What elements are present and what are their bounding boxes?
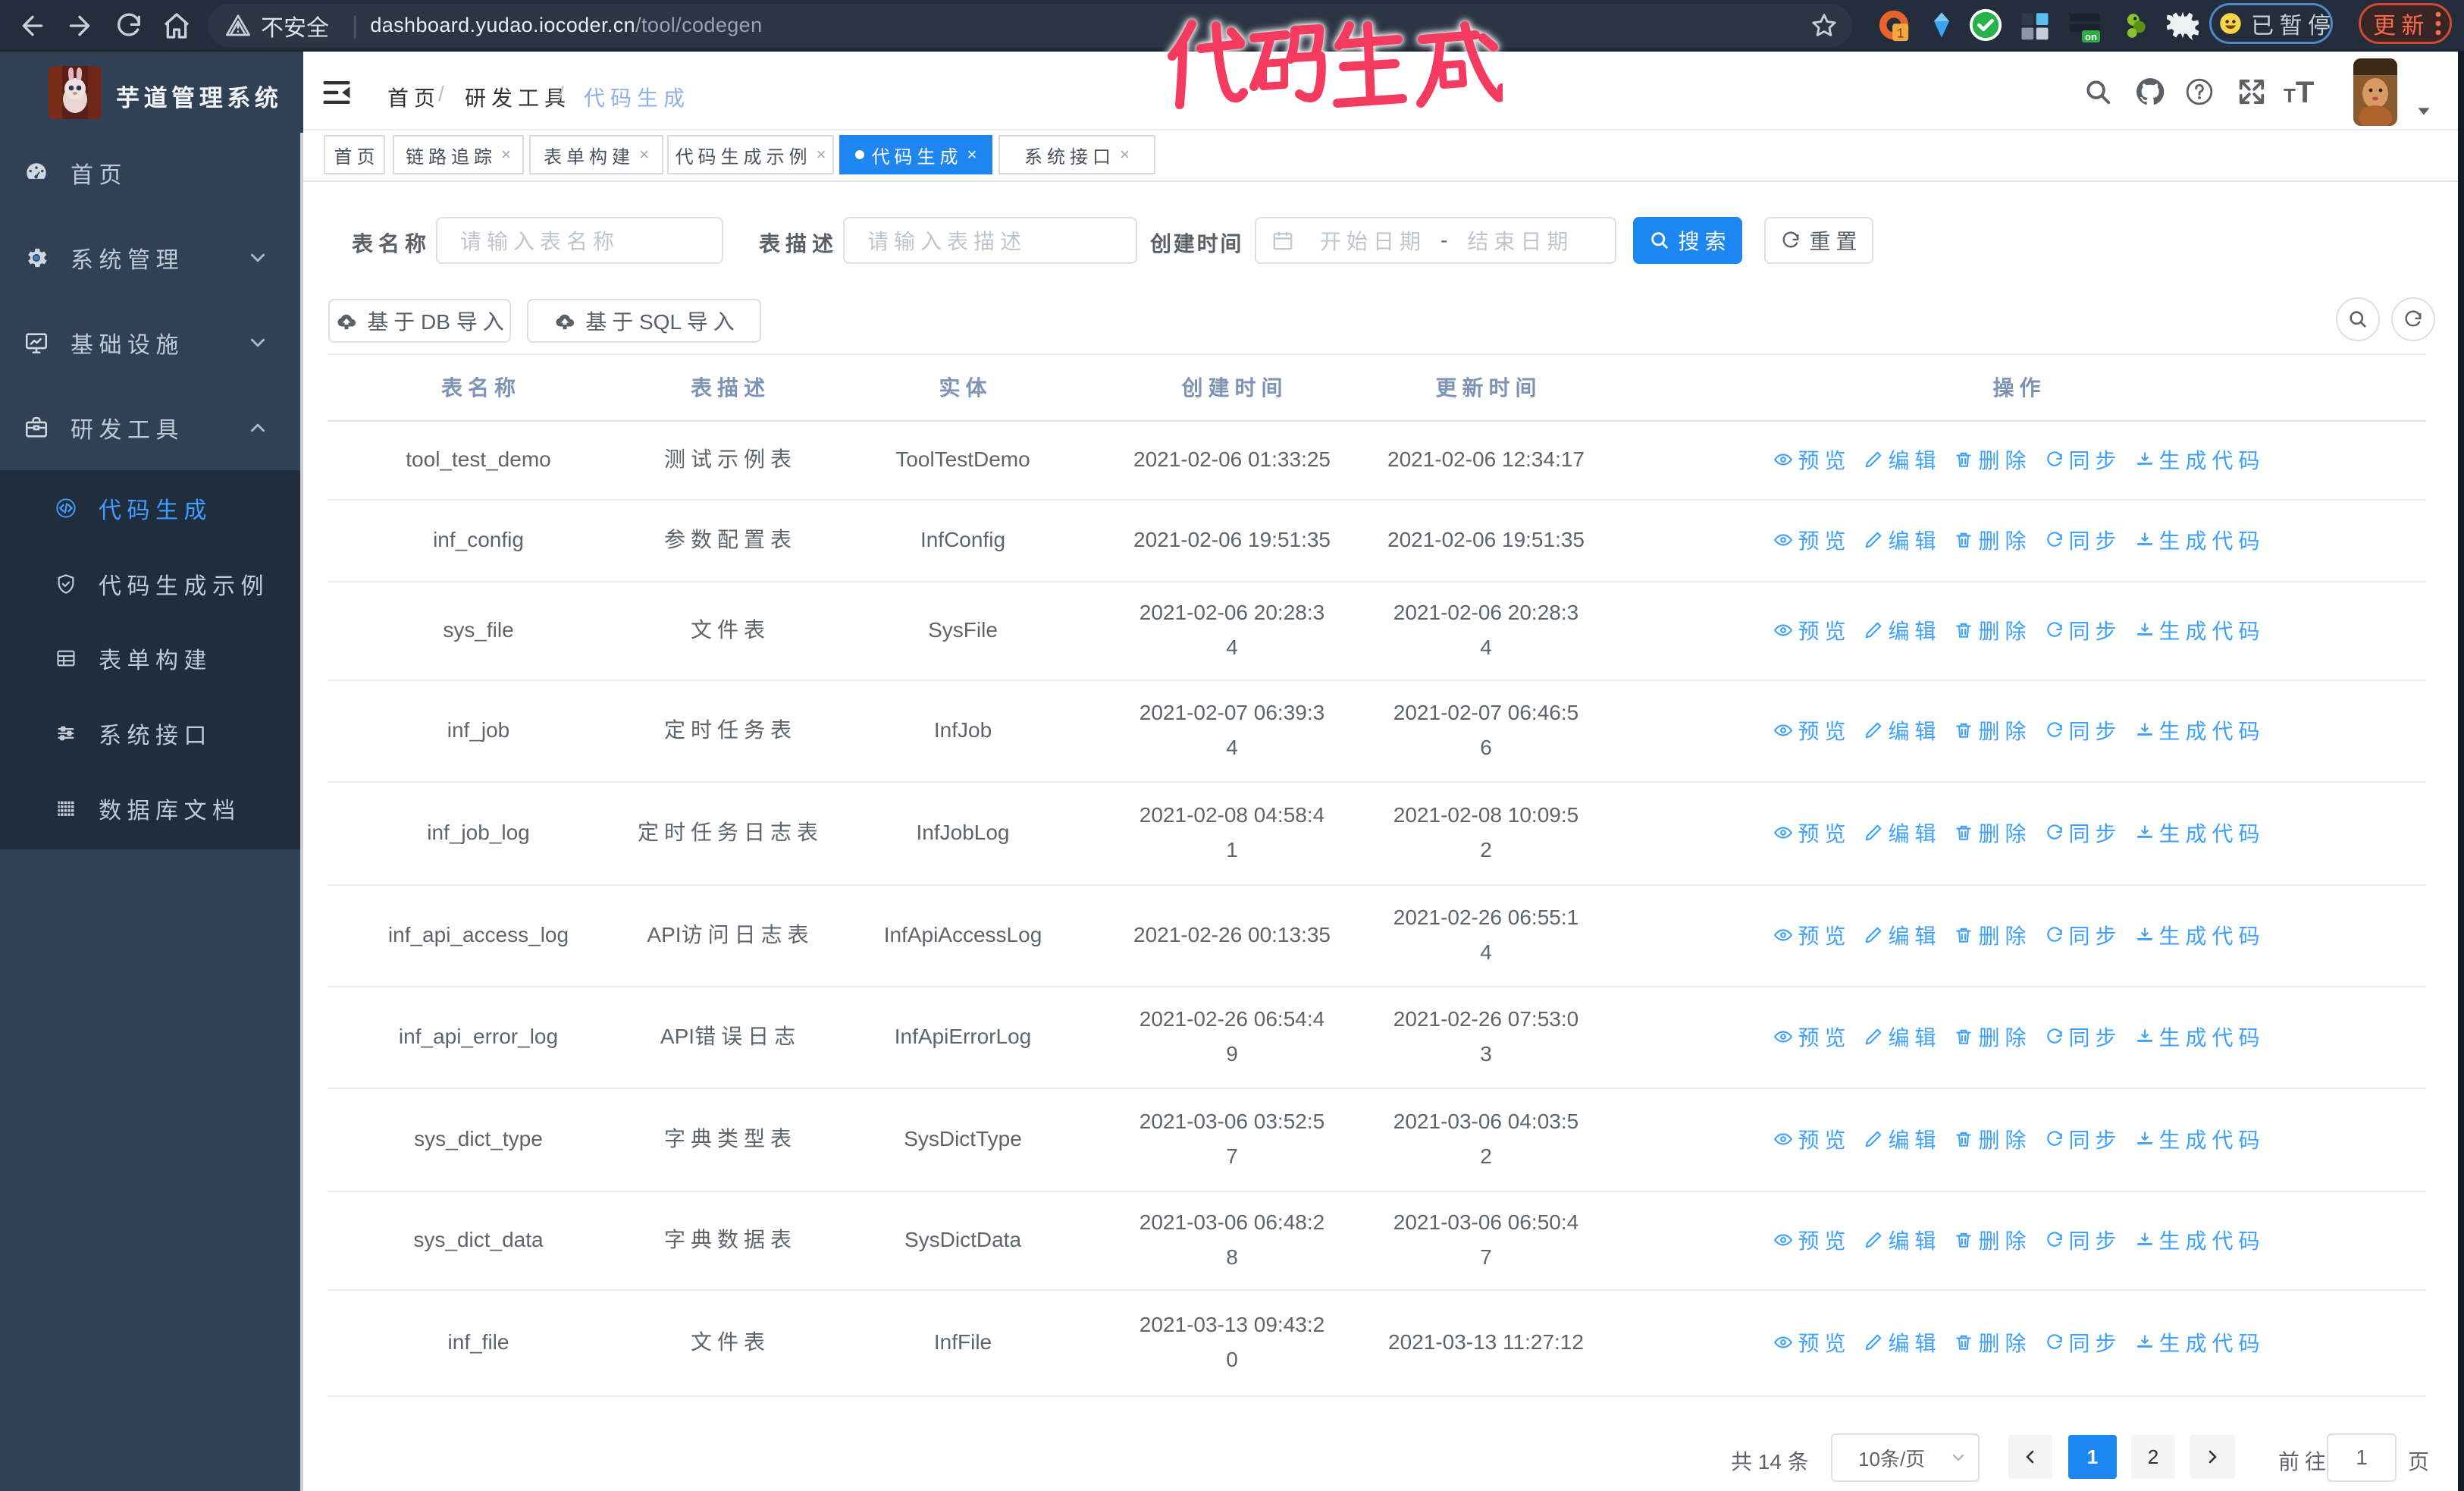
svg-text:1: 1 xyxy=(1897,25,1904,40)
svg-text:on: on xyxy=(2085,31,2097,42)
